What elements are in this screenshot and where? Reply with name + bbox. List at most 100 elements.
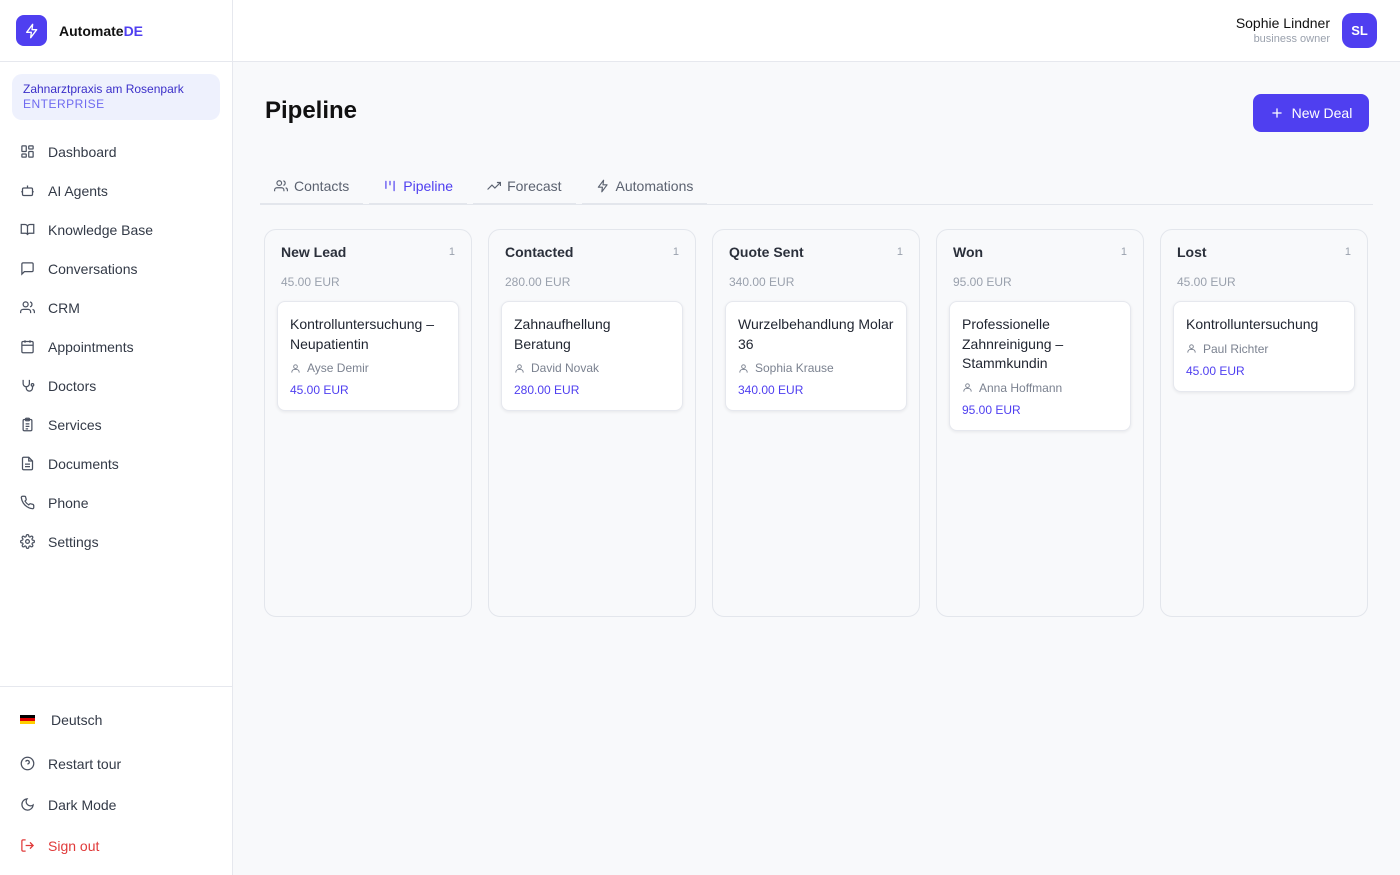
sidebar-item-label: Appointments: [48, 338, 134, 355]
bot-icon: [21, 185, 34, 197]
trend-icon: [487, 181, 502, 190]
pipeline-board: New Lead 1 45.00 EUR Kontrolluntersuchung…: [264, 229, 1368, 617]
users-icon: [274, 179, 288, 191]
dark-mode-toggle[interactable]: Dark Mode: [0, 784, 232, 825]
deal-contact: Anna Hoffmann: [962, 381, 1118, 395]
column-total: 340.00 EUR: [729, 275, 795, 289]
restart-tour-button[interactable]: Restart tour: [0, 743, 232, 784]
sidebar-item-doctors[interactable]: Doctors: [0, 366, 232, 405]
column-count: 1: [1120, 246, 1127, 258]
avatar[interactable]: SL: [1342, 13, 1377, 48]
sidebar-item-phone[interactable]: Phone: [0, 483, 232, 522]
sidebar-item-knowledge-base[interactable]: Knowledge Base: [0, 210, 232, 249]
sign-out-button[interactable]: Sign out: [0, 825, 232, 866]
tab-pipeline[interactable]: Pipeline: [369, 168, 468, 205]
logout-icon: [21, 839, 35, 852]
sidebar-item-label: Documents: [48, 455, 119, 472]
clipboard-icon: [22, 417, 33, 432]
top-bar: Sophie Lindner business owner SL: [233, 0, 1400, 62]
column-total: 45.00 EUR: [1177, 275, 1236, 289]
column-count: 1: [448, 246, 455, 258]
user-icon: [291, 363, 300, 373]
column-total: 45.00 EUR: [281, 275, 340, 289]
sidebar-item-dashboard[interactable]: Dashboard: [0, 132, 232, 171]
users-icon: [20, 301, 35, 314]
language-selector[interactable]: Deutsch: [0, 700, 232, 739]
restart-tour-label: Restart tour: [48, 755, 122, 772]
help-circle-icon: [20, 756, 35, 771]
tab-label: Automations: [615, 177, 694, 194]
phone-icon: [20, 495, 35, 510]
deal-card[interactable]: Kontrolluntersuchung Paul Richter 45.00 …: [1173, 301, 1355, 392]
deal-contact: David Novak: [514, 361, 670, 375]
sidebar: AutomateDE Zahnarztpraxis am Rosenpark E…: [0, 0, 233, 875]
tab-label: Contacts: [294, 177, 350, 194]
page-title: Pipeline: [265, 97, 358, 124]
sidebar-item-conversations[interactable]: Conversations: [0, 249, 232, 288]
sidebar-item-label: Knowledge Base: [48, 221, 154, 238]
tab-automations[interactable]: Automations: [581, 168, 708, 205]
sidebar-item-documents[interactable]: Documents: [0, 444, 232, 483]
column-new-lead: New Lead 1 45.00 EUR Kontrolluntersuchung…: [264, 229, 472, 617]
deal-title: Kontrolluntersuchung – Neupatientin: [290, 316, 434, 352]
sidebar-item-services[interactable]: Services: [0, 405, 232, 444]
brand[interactable]: AutomateDE: [0, 0, 232, 62]
deal-card[interactable]: Kontrolluntersuchung – Neupatientin Ayse…: [277, 301, 459, 411]
dark-mode-label: Dark Mode: [48, 796, 117, 813]
sidebar-item-settings[interactable]: Settings: [0, 522, 232, 561]
plus-icon: [1271, 108, 1282, 118]
tab-label: Pipeline: [403, 177, 454, 194]
deal-contact: Sophia Krause: [738, 361, 894, 375]
deal-card[interactable]: Wurzelbehandlung Molar 36 Sophia Krause …: [725, 301, 907, 411]
sidebar-item-label: Services: [48, 416, 102, 433]
deal-title: Kontrolluntersuchung: [1186, 316, 1319, 332]
moon-icon: [21, 798, 34, 811]
deal-value: 340.00 EUR: [738, 383, 804, 397]
column-title: Lost: [1177, 244, 1207, 260]
column-title: Won: [953, 244, 984, 260]
column-count: 1: [1344, 246, 1351, 258]
book-icon: [20, 223, 35, 236]
user-name: Sophie Lindner: [1235, 15, 1330, 31]
tab-contacts[interactable]: Contacts: [260, 168, 364, 205]
dashboard-icon: [21, 145, 34, 158]
calendar-icon: [21, 340, 34, 354]
sidebar-item-label: Dashboard: [48, 143, 117, 160]
deal-value: 45.00 EUR: [290, 383, 349, 397]
sidebar-item-label: CRM: [48, 299, 80, 316]
bolt-icon: [16, 15, 47, 46]
brand-name: AutomateDE: [59, 22, 144, 39]
deal-title: Professionelle Zahnreinigung – Stammkund…: [962, 316, 1064, 371]
tab-forecast[interactable]: Forecast: [473, 168, 576, 205]
user-menu[interactable]: Sophie Lindner business owner SL: [1236, 13, 1377, 48]
column-total: 95.00 EUR: [953, 275, 1012, 289]
deal-card[interactable]: Professionelle Zahnreinigung – Stammkund…: [949, 301, 1131, 431]
sidebar-item-label: Phone: [48, 494, 89, 511]
column-total: 280.00 EUR: [505, 275, 571, 289]
sidebar-item-crm[interactable]: CRM: [0, 288, 232, 327]
column-quote-sent: Quote Sent 1 340.00 EUR Wurzelbehandlung …: [712, 229, 920, 617]
column-count: 1: [896, 246, 903, 258]
user-icon: [739, 363, 748, 373]
deal-card[interactable]: Zahnaufhellung Beratung David Novak 280.…: [501, 301, 683, 411]
deal-contact: Paul Richter: [1186, 342, 1342, 356]
sidebar-item-ai-agents[interactable]: AI Agents: [0, 171, 232, 210]
deal-title: Zahnaufhellung Beratung: [514, 316, 611, 352]
organization-card[interactable]: Zahnarztpraxis am Rosenpark ENTERPRISE: [12, 74, 220, 120]
user-icon: [515, 363, 524, 373]
column-lost: Lost 1 45.00 EUR Kontrolluntersuchung Pau…: [1160, 229, 1368, 617]
sidebar-item-label: Settings: [48, 533, 99, 550]
column-title: Quote Sent: [729, 244, 804, 260]
column-title: Contacted: [505, 244, 574, 260]
sidebar-item-appointments[interactable]: Appointments: [0, 327, 232, 366]
user-role: business owner: [1253, 33, 1330, 45]
deal-value: 95.00 EUR: [962, 402, 1021, 417]
new-deal-button[interactable]: New Deal: [1253, 94, 1369, 132]
bolt-icon: [597, 179, 608, 192]
user-icon: [963, 383, 972, 392]
pipeline-icon: [385, 180, 395, 191]
deal-value: 45.00 EUR: [1186, 363, 1245, 378]
column-won: Won 1 95.00 EUR Professionelle Zahnreinig…: [936, 229, 1144, 617]
user-icon: [1187, 344, 1196, 353]
column-count: 1: [672, 246, 679, 258]
